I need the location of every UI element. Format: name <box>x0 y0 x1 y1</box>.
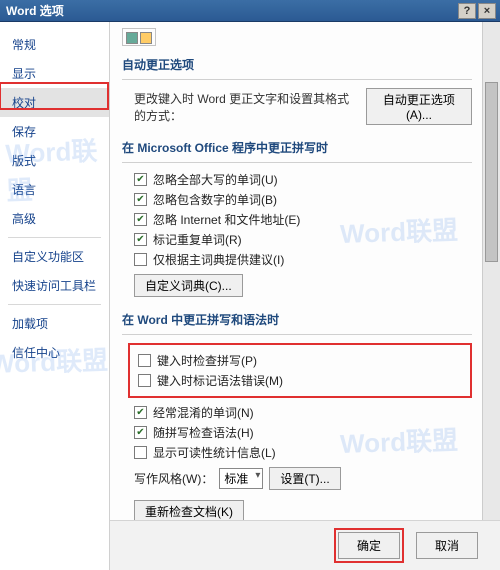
writing-style-select[interactable]: 标准 <box>219 468 263 489</box>
label-ignore-numbers: 忽略包含数字的单词(B) <box>153 191 277 208</box>
checkbox-ignore-numbers[interactable] <box>134 193 147 206</box>
close-button[interactable]: × <box>478 3 496 19</box>
checkbox-mark-grammar-typing[interactable] <box>138 374 151 387</box>
vertical-scrollbar[interactable] <box>482 22 500 520</box>
checkbox-check-spelling-typing[interactable] <box>138 354 151 367</box>
main-panel: 自动更正选项 更改键入时 Word 更正文字和设置其格式的方式： 自动更正选项(… <box>110 22 500 570</box>
checkbox-readability[interactable] <box>134 446 147 459</box>
nav-language[interactable]: 语言 <box>0 175 109 204</box>
label-ignore-uppercase: 忽略全部大写的单词(U) <box>153 171 278 188</box>
scrollbar-thumb[interactable] <box>485 82 498 262</box>
section-word-spelling: 在 Word 中更正拼写和语法时 <box>122 307 472 335</box>
nav-quick-access[interactable]: 快速访问工具栏 <box>0 271 109 300</box>
custom-dictionaries-button[interactable]: 自定义词典(C)... <box>134 274 243 297</box>
toolbar-icons <box>122 28 156 46</box>
cancel-button[interactable]: 取消 <box>416 532 478 559</box>
nav-trust-center[interactable]: 信任中心 <box>0 338 109 367</box>
label-grammar-with-spelling: 随拼写检查语法(H) <box>153 424 254 441</box>
checkbox-ignore-internet[interactable] <box>134 213 147 226</box>
writing-style-value: 标准 <box>224 472 248 486</box>
section-autocorrect: 自动更正选项 <box>122 52 472 80</box>
label-main-dict-only: 仅根据主词典提供建议(I) <box>153 251 284 268</box>
section-office-spelling: 在 Microsoft Office 程序中更正拼写时 <box>122 135 472 163</box>
ok-button[interactable]: 确定 <box>338 532 400 559</box>
checkbox-ignore-uppercase[interactable] <box>134 173 147 186</box>
grammar-settings-button[interactable]: 设置(T)... <box>269 467 340 490</box>
label-check-spelling-typing: 键入时检查拼写(P) <box>157 352 257 369</box>
title-bar: Word 选项 ? × <box>0 0 500 22</box>
highlight-box-ok: 确定 <box>334 528 404 563</box>
label-confused-words: 经常混淆的单词(N) <box>153 404 254 421</box>
recheck-document-button[interactable]: 重新检查文档(K) <box>134 500 244 520</box>
checkbox-main-dict-only[interactable] <box>134 253 147 266</box>
highlight-box <box>0 82 109 110</box>
help-button[interactable]: ? <box>458 3 476 19</box>
checkbox-flag-repeated[interactable] <box>134 233 147 246</box>
nav-save[interactable]: 保存 <box>0 117 109 146</box>
nav-customize-ribbon[interactable]: 自定义功能区 <box>0 242 109 271</box>
nav-layout[interactable]: 版式 <box>0 146 109 175</box>
nav-advanced[interactable]: 高级 <box>0 204 109 233</box>
label-readability: 显示可读性统计信息(L) <box>153 444 276 461</box>
writing-style-label: 写作风格(W)： <box>134 470 213 487</box>
label-flag-repeated: 标记重复单词(R) <box>153 231 242 248</box>
window-title: Word 选项 <box>6 2 456 19</box>
highlight-box-spellcheck: 键入时检查拼写(P) 键入时标记语法错误(M) <box>128 343 472 398</box>
autocorrect-desc: 更改键入时 Word 更正文字和设置其格式的方式： <box>134 90 360 124</box>
checkbox-confused-words[interactable] <box>134 406 147 419</box>
label-mark-grammar-typing: 键入时标记语法错误(M) <box>157 372 283 389</box>
nav-general[interactable]: 常规 <box>0 30 109 59</box>
dialog-footer: 确定 取消 <box>110 520 500 570</box>
sidebar: 常规 显示 校对 保存 版式 语言 高级 自定义功能区 快速访问工具栏 加载项 … <box>0 22 110 570</box>
checkbox-grammar-with-spelling[interactable] <box>134 426 147 439</box>
nav-addins[interactable]: 加载项 <box>0 309 109 338</box>
label-ignore-internet: 忽略 Internet 和文件地址(E) <box>153 211 300 228</box>
autocorrect-options-button[interactable]: 自动更正选项(A)... <box>366 88 472 125</box>
